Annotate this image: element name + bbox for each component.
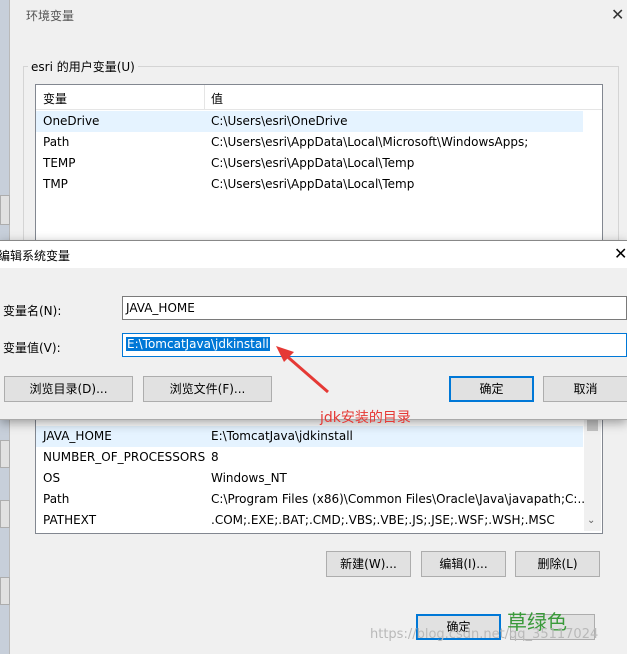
list-header: 变量 值 [36, 85, 602, 110]
annotation-arrow [276, 346, 329, 394]
close-icon[interactable]: ✕ [611, 5, 624, 24]
column-variable[interactable]: 变量 [43, 90, 67, 107]
browse-file-button[interactable]: 浏览文件(F)... [143, 376, 272, 402]
var-value: C:\Users\esri\AppData\Local\Microsoft\Wi… [211, 135, 529, 149]
new-button[interactable]: 新建(W)... [326, 551, 411, 577]
titlebar: 编辑系统变量 ✕ [0, 241, 627, 268]
var-value: 8 [211, 450, 219, 464]
list-item[interactable]: Path C:\Users\esri\AppData\Local\Microso… [36, 132, 602, 153]
variable-name-value: JAVA_HOME [126, 301, 195, 315]
var-name: TEMP [43, 156, 76, 170]
user-variables-label: esri 的用户变量(U) [28, 58, 138, 75]
variable-name-field[interactable]: JAVA_HOME [122, 296, 627, 320]
var-value: C:\Users\esri\OneDrive [211, 114, 348, 128]
background-window-edge [0, 577, 10, 605]
cancel-button[interactable]: 取消 [543, 376, 627, 402]
list-item[interactable]: JAVA_HOME E:\TomcatJava\jdkinstall [36, 426, 583, 447]
browse-directory-button[interactable]: 浏览目录(D)... [4, 376, 133, 402]
annotation-text: jdk安装的目录 [320, 410, 411, 426]
var-name: Path [43, 135, 70, 149]
var-name: NUMBER_OF_PROCESSORS [43, 450, 206, 464]
background-window-edge [0, 500, 10, 528]
list-item[interactable]: PATHEXT .COM;.EXE;.BAT;.CMD;.VBS;.VBE;.J… [36, 510, 602, 531]
var-value: C:\Users\esri\AppData\Local\Temp [211, 156, 415, 170]
var-value: .COM;.EXE;.BAT;.CMD;.VBS;.VBE;.JS;.JSE;.… [211, 513, 555, 527]
var-name: OneDrive [43, 114, 100, 128]
ok-button[interactable]: 确定 [449, 376, 534, 402]
watermark: https://blog.csdn.net/qq_35117024 [370, 627, 599, 642]
scroll-down-icon[interactable]: ⌄ [587, 515, 595, 526]
var-name: OS [43, 471, 61, 485]
user-variables-list[interactable]: 变量 值 OneDrive C:\Users\esri\OneDrive Pat… [35, 84, 603, 256]
dialog-title: 编辑系统变量 [0, 249, 71, 263]
variable-name-label: 变量名(N): [3, 304, 62, 318]
list-item[interactable]: NUMBER_OF_PROCESSORS 8 [36, 447, 602, 468]
list-item[interactable]: OneDrive C:\Users\esri\OneDrive [36, 111, 583, 132]
var-name: TMP [43, 177, 68, 191]
list-item[interactable]: OS Windows_NT [36, 468, 602, 489]
var-name: PATHEXT [43, 513, 97, 527]
dialog-title: 环境变量 [26, 9, 75, 23]
list-item[interactable]: Path C:\Program Files (x86)\Common Files… [36, 489, 602, 510]
scrollbar[interactable]: ⌄ [584, 413, 601, 531]
variable-value-text: E:\TomcatJava\jdkinstall [126, 337, 270, 351]
var-value: Windows_NT [211, 471, 287, 485]
system-variables-list[interactable]: JAVA_HOME E:\TomcatJava\jdkinstall NUMBE… [35, 412, 603, 534]
background-window-edge [0, 440, 10, 468]
list-item[interactable]: TEMP C:\Users\esri\AppData\Local\Temp [36, 153, 602, 174]
variable-value-field[interactable]: E:\TomcatJava\jdkinstall [122, 333, 627, 357]
var-value: C:\Users\esri\AppData\Local\Temp [211, 177, 415, 191]
var-name: Path [43, 492, 70, 506]
close-icon[interactable]: ✕ [614, 244, 627, 263]
column-value[interactable]: 值 [211, 90, 223, 107]
delete-button[interactable]: 删除(L) [515, 551, 600, 577]
list-item[interactable]: TMP C:\Users\esri\AppData\Local\Temp [36, 174, 602, 195]
edit-button[interactable]: 编辑(I)... [421, 551, 506, 577]
var-name: JAVA_HOME [43, 429, 112, 443]
background-window-edge [0, 195, 10, 225]
var-value: E:\TomcatJava\jdkinstall [211, 429, 353, 443]
variable-value-label: 变量值(V): [3, 341, 61, 355]
var-value: C:\Program Files (x86)\Common Files\Orac… [211, 492, 589, 506]
